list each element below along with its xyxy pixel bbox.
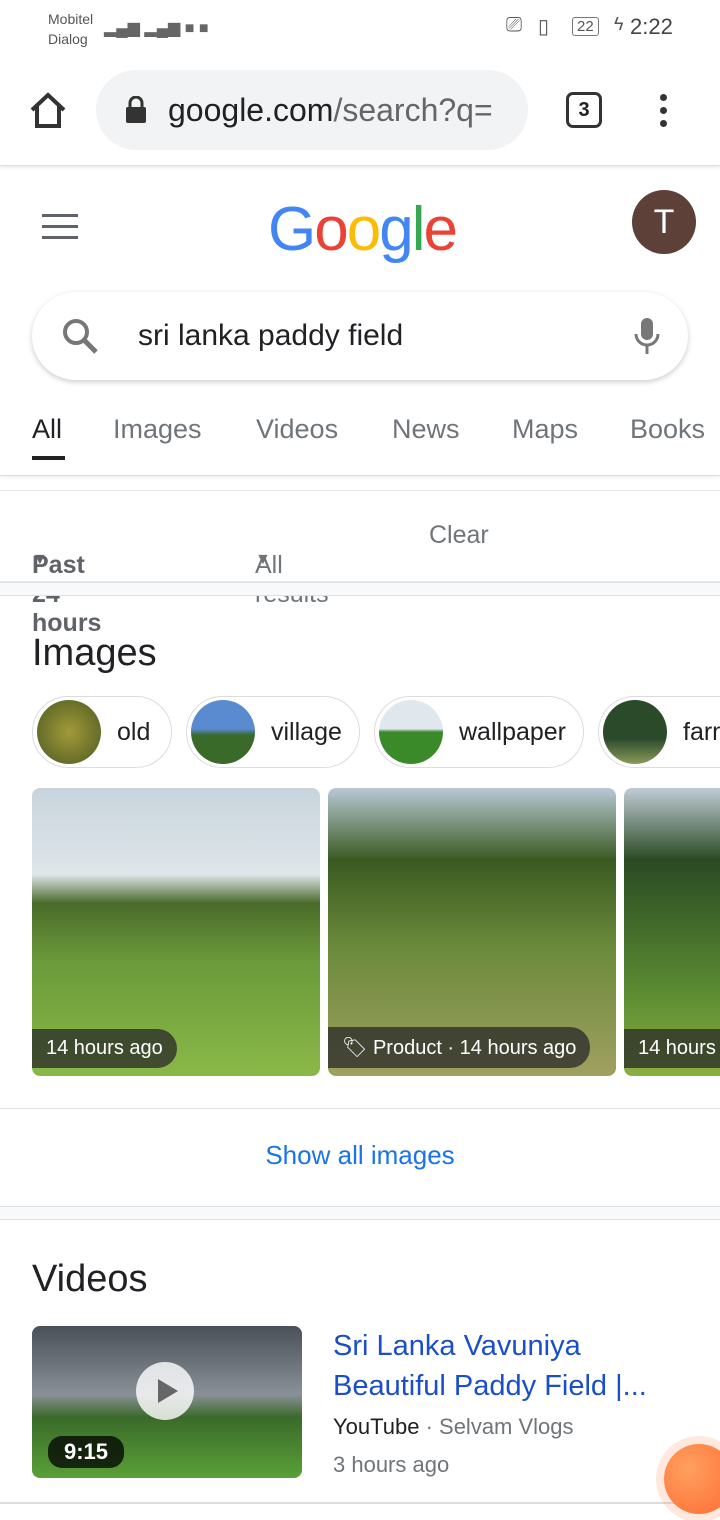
divider [0, 1502, 720, 1504]
caret-down-icon: ▼ [255, 551, 271, 568]
show-all-images-link[interactable]: Show all images [0, 1140, 720, 1171]
chip-old[interactable]: old [32, 696, 172, 768]
chip-village[interactable]: village [186, 696, 360, 768]
search-tabs: All Images Videos News Maps Books [0, 400, 720, 476]
menu-icon[interactable] [656, 94, 670, 133]
play-icon[interactable] [136, 1362, 194, 1420]
search-icon [63, 319, 98, 354]
video-thumbnail[interactable]: 9:15 [32, 1326, 302, 1478]
cast-icon: ⎚ [506, 14, 522, 36]
tab-switcher-button[interactable]: 3 [566, 92, 602, 128]
google-logo[interactable]: Google [268, 194, 458, 265]
image-result[interactable]: 🏷 Product · 14 hours ago [328, 788, 616, 1076]
mic-icon[interactable] [632, 316, 662, 356]
status-bar: Mobitel Dialog ▂▄▆ ▂▄▆ ■ ■ ⎚ ▯ 22 ϟ 2:22 [0, 0, 720, 56]
hamburger-icon[interactable] [42, 214, 78, 239]
chip-farm[interactable]: farm [598, 696, 720, 768]
url-bar[interactable]: google.com/search?q= [96, 70, 528, 150]
lock-icon [126, 96, 146, 123]
tab-all[interactable]: All [32, 414, 62, 445]
signal-icon: ▂▄▆ ▂▄▆ ■ ■ [104, 20, 209, 37]
browser-toolbar: google.com/search?q= 3 [0, 56, 720, 166]
tab-news[interactable]: News [392, 414, 460, 445]
search-box[interactable]: sri lanka paddy field [32, 292, 688, 380]
battery-icon: 22 [572, 17, 599, 36]
active-tab-indicator [32, 456, 65, 460]
chip-wallpaper[interactable]: wallpaper [374, 696, 584, 768]
video-duration: 9:15 [48, 1436, 125, 1468]
video-source: YouTube · Selvam Vlogs [333, 1414, 574, 1439]
clear-filter[interactable]: Clear [429, 521, 489, 550]
tab-videos[interactable]: Videos [256, 414, 338, 445]
divider [0, 582, 720, 596]
avatar[interactable]: T [632, 190, 696, 254]
tab-books[interactable]: Books [630, 414, 705, 445]
divider [0, 1206, 720, 1220]
home-icon[interactable] [28, 90, 68, 130]
search-input[interactable]: sri lanka paddy field [138, 319, 632, 353]
image-result[interactable]: 14 hours ago [624, 788, 720, 1076]
tag-icon: 🏷 [342, 1037, 368, 1059]
image-result[interactable]: 14 hours ago [32, 788, 320, 1076]
caret-down-icon: ▼ [32, 551, 48, 568]
videos-heading: Videos [32, 1258, 148, 1300]
charging-icon: ϟ [614, 14, 624, 34]
clock: 2:22 [630, 14, 673, 39]
images-heading: Images [32, 632, 157, 674]
filter-bar: Past 24 hours ▼ All results ▼ Clear [0, 490, 720, 637]
carrier-1: Mobitel [48, 11, 94, 27]
tab-images[interactable]: Images [113, 414, 202, 445]
tab-maps[interactable]: Maps [512, 414, 578, 445]
carrier-2: Dialog [48, 31, 88, 47]
divider [0, 1108, 720, 1109]
video-title-link[interactable]: Sri Lanka Vavuniya Beautiful Paddy Field… [333, 1326, 693, 1406]
video-age: 3 hours ago [333, 1452, 450, 1477]
vibrate-icon: ▯ [538, 16, 550, 38]
